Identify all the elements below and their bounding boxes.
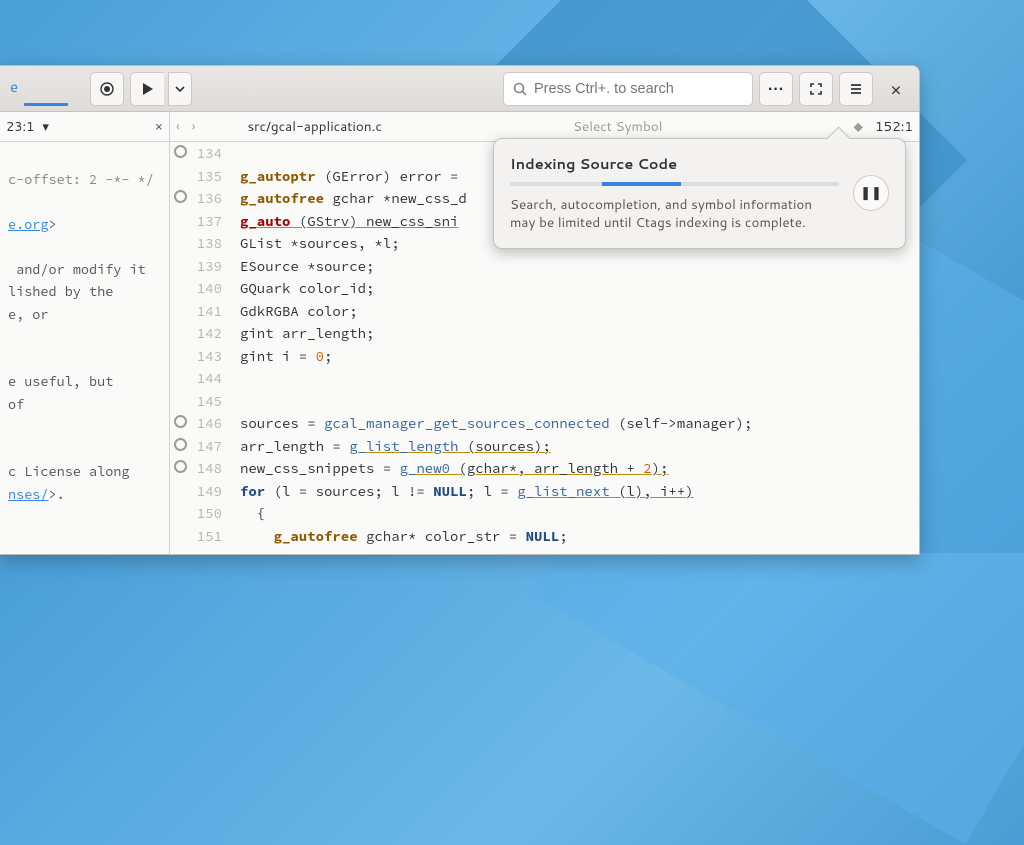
panel-line: c-offset: 2 -*- */ <box>8 171 154 188</box>
code-line: arr_length = g_list_length (sources); <box>240 437 551 455</box>
code-line: gint i = 0; <box>240 347 332 365</box>
popover-content: Indexing Source Code Search, autocomplet… <box>510 153 839 232</box>
chevron-down-icon <box>172 81 188 97</box>
nav-forward-button[interactable]: › <box>192 117 196 136</box>
record-button[interactable] <box>90 72 124 106</box>
pause-indexing-button[interactable]: ❚❚ <box>853 175 889 211</box>
popover-title: Indexing Source Code <box>510 153 839 174</box>
hamburger-menu-icon <box>848 81 864 97</box>
cursor-position-label: 152:1 <box>875 117 913 136</box>
code-line: { <box>240 504 265 522</box>
code-line: GList *sources, *l; <box>240 234 400 252</box>
search-icon <box>512 81 528 97</box>
file-path-label: src/gcal-application.c <box>247 117 382 136</box>
close-window-button[interactable]: × <box>879 72 913 106</box>
line-number[interactable]: 144 <box>170 367 222 390</box>
run-button-group <box>130 72 192 106</box>
code-line: g_auto (GStrv) new_css_sni <box>240 212 458 230</box>
fullscreen-button[interactable] <box>799 72 833 106</box>
line-number[interactable]: 138 <box>170 232 222 255</box>
line-number[interactable]: 145 <box>170 390 222 413</box>
popover-body-text: Search, autocompletion, and symbol infor… <box>510 196 839 232</box>
code-line: gint arr_length; <box>240 324 374 342</box>
line-number[interactable]: 135 <box>170 165 222 188</box>
breakpoint-marker[interactable] <box>174 438 187 451</box>
panel-dropdown[interactable]: ▾ <box>42 118 49 136</box>
line-number[interactable]: 150 <box>170 502 222 525</box>
code-line: g_autoptr (GError) error = <box>240 167 467 185</box>
breakpoint-marker[interactable] <box>174 460 187 473</box>
code-line: for (l = sources; l != NULL; l = g_list_… <box>240 482 694 500</box>
line-number[interactable]: 148 <box>170 457 222 480</box>
code-line: GQuark color_id; <box>240 279 374 297</box>
line-number[interactable]: 141 <box>170 300 222 323</box>
global-search[interactable] <box>503 72 753 106</box>
close-icon: × <box>890 76 901 102</box>
panel-tab-label[interactable]: 23:1 <box>6 118 34 136</box>
search-input[interactable] <box>534 81 744 97</box>
indexing-popover: Indexing Source Code Search, autocomplet… <box>493 138 906 249</box>
play-icon <box>143 83 153 95</box>
line-number[interactable]: 139 <box>170 255 222 278</box>
side-panel: 23:1 ▾ × c-offset: 2 -*- */ e.org> and/o… <box>0 112 170 554</box>
line-number[interactable]: 147 <box>170 435 222 458</box>
line-number[interactable]: 151 <box>170 525 222 548</box>
panel-link[interactable]: e.org <box>8 216 49 233</box>
header-tab-area[interactable]: e <box>6 72 84 106</box>
symbol-pointer-icon: ⬥ <box>854 117 863 136</box>
line-number[interactable]: 136 <box>170 187 222 210</box>
run-button[interactable] <box>130 72 164 106</box>
panel-line: c License along <box>8 463 130 480</box>
tab-active-underline <box>24 103 68 106</box>
panel-link[interactable]: nses/ <box>8 486 49 503</box>
code-line: g_autofree gchar *new_css_d <box>240 189 467 207</box>
panel-content: c-offset: 2 -*- */ e.org> and/or modify … <box>0 142 169 533</box>
header-bar: e ••• × <box>0 66 919 112</box>
panel-close-button[interactable]: × <box>155 118 163 136</box>
panel-line: nses/>. <box>8 486 65 503</box>
panel-line: and/or modify it <box>8 261 146 278</box>
more-icon: ••• <box>768 79 784 99</box>
code-line <box>240 549 248 554</box>
notifications-button[interactable]: ••• <box>759 72 793 106</box>
symbol-selector[interactable]: Select Symbol <box>573 117 663 136</box>
panel-tab-row: 23:1 ▾ × <box>0 112 169 142</box>
panel-line: e, or <box>8 306 49 323</box>
indexing-progress-bar <box>510 182 839 186</box>
hamburger-menu-button[interactable] <box>839 72 873 106</box>
line-number[interactable]: 149 <box>170 480 222 503</box>
line-number[interactable]: 142 <box>170 322 222 345</box>
record-icon <box>99 81 115 97</box>
panel-line: e.org> <box>8 216 57 233</box>
panel-line: e useful, but <box>8 373 113 390</box>
code-line: GdkRGBA color; <box>240 302 358 320</box>
panel-line: lished by the <box>8 283 113 300</box>
progress-fill <box>602 182 681 186</box>
code-line: ESource *source; <box>240 257 374 275</box>
fullscreen-icon <box>808 81 824 97</box>
code-line <box>240 392 248 410</box>
nav-back-button[interactable]: ‹ <box>176 117 180 136</box>
code-line: new_css_snippets = g_new0 (gchar*, arr_l… <box>240 459 668 477</box>
gutter: 1341351361371381391401411421431441451461… <box>170 142 232 554</box>
line-number[interactable]: 140 <box>170 277 222 300</box>
breakpoint-marker[interactable] <box>174 145 187 158</box>
code-line <box>240 369 248 387</box>
code-line: sources = gcal_manager_get_sources_conne… <box>240 414 752 432</box>
line-number[interactable]: 143 <box>170 345 222 368</box>
panel-line: of <box>8 396 24 413</box>
run-dropdown-button[interactable] <box>168 72 192 106</box>
tab-label: e <box>10 76 18 97</box>
line-number[interactable]: 134 <box>170 142 222 165</box>
line-number[interactable]: 137 <box>170 210 222 233</box>
code-line: g_autofree gchar* color_str = NULL; <box>240 527 568 545</box>
breakpoint-marker[interactable] <box>174 415 187 428</box>
pause-icon: ❚❚ <box>860 184 882 202</box>
line-number[interactable]: 146 <box>170 412 222 435</box>
breakpoint-marker[interactable] <box>174 190 187 203</box>
